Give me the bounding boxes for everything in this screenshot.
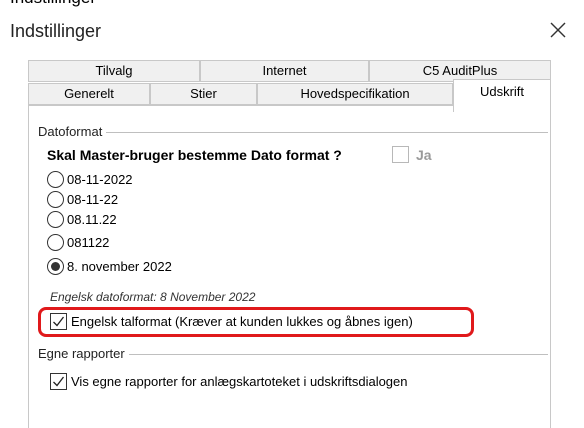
master-user-checkbox-label: Ja bbox=[416, 147, 432, 163]
radio-label: 081122 bbox=[67, 234, 110, 250]
dialog-title: Indstillinger bbox=[10, 21, 102, 41]
checkmark-icon bbox=[53, 376, 65, 387]
radio-label: 8. november 2022 bbox=[67, 258, 172, 274]
radio-circle bbox=[47, 233, 64, 251]
master-user-checkbox[interactable] bbox=[392, 146, 409, 163]
datoformat-group-label: Datoformat bbox=[38, 124, 107, 139]
egne-rapporter-label: Vis egne rapporter for anlægskartoteket … bbox=[71, 374, 408, 389]
tab-tilvalg[interactable]: Tilvalg bbox=[28, 60, 200, 82]
radio-circle bbox=[47, 170, 64, 188]
tab-udskrift[interactable]: Udskrift bbox=[453, 79, 551, 112]
radio-circle bbox=[47, 190, 64, 208]
radio-option-08-11-2022[interactable]: 08-11-2022 bbox=[47, 169, 133, 189]
datoformat-group-line bbox=[38, 132, 548, 133]
radio-circle bbox=[47, 210, 64, 228]
radio-label: 08-11-22 bbox=[67, 191, 119, 207]
radio-option-08-11-22-dots[interactable]: 08.11.22 bbox=[47, 209, 117, 229]
radio-circle bbox=[47, 257, 64, 275]
master-user-question: Skal Master-bruger bestemme Dato format … bbox=[47, 147, 342, 163]
tab-stier[interactable]: Stier bbox=[150, 83, 257, 105]
radio-label: 08.11.22 bbox=[67, 211, 117, 227]
checkmark-icon bbox=[53, 316, 65, 327]
radio-option-08-11-22[interactable]: 08-11-22 bbox=[47, 189, 118, 209]
clipped-window-title: Indstillinger bbox=[10, 0, 96, 8]
radio-label: 08-11-2022 bbox=[67, 171, 133, 187]
english-number-format-option[interactable]: Engelsk talformat (Kræver at kunden lukk… bbox=[50, 313, 413, 330]
egne-rapporter-checkbox[interactable] bbox=[50, 373, 67, 390]
english-date-format-hint: Engelsk datoformat: 8 November 2022 bbox=[50, 290, 256, 304]
radio-option-8-november-2022[interactable]: 8. november 2022 bbox=[47, 256, 172, 276]
close-icon[interactable] bbox=[546, 18, 570, 42]
radio-selected-dot bbox=[51, 261, 60, 271]
tab-internet[interactable]: Internet bbox=[200, 60, 369, 82]
egne-rapporter-group-label: Egne rapporter bbox=[38, 346, 129, 361]
egne-rapporter-option[interactable]: Vis egne rapporter for anlægskartoteket … bbox=[50, 373, 408, 390]
english-number-format-checkbox[interactable] bbox=[50, 313, 67, 330]
english-number-format-label: Engelsk talformat (Kræver at kunden lukk… bbox=[71, 314, 413, 329]
tab-row-bottom: Generelt Stier Hovedspecifikation bbox=[28, 83, 453, 105]
tab-generelt[interactable]: Generelt bbox=[28, 83, 150, 105]
radio-option-081122[interactable]: 081122 bbox=[47, 232, 109, 252]
tab-hovedspecifikation[interactable]: Hovedspecifikation bbox=[257, 83, 453, 105]
